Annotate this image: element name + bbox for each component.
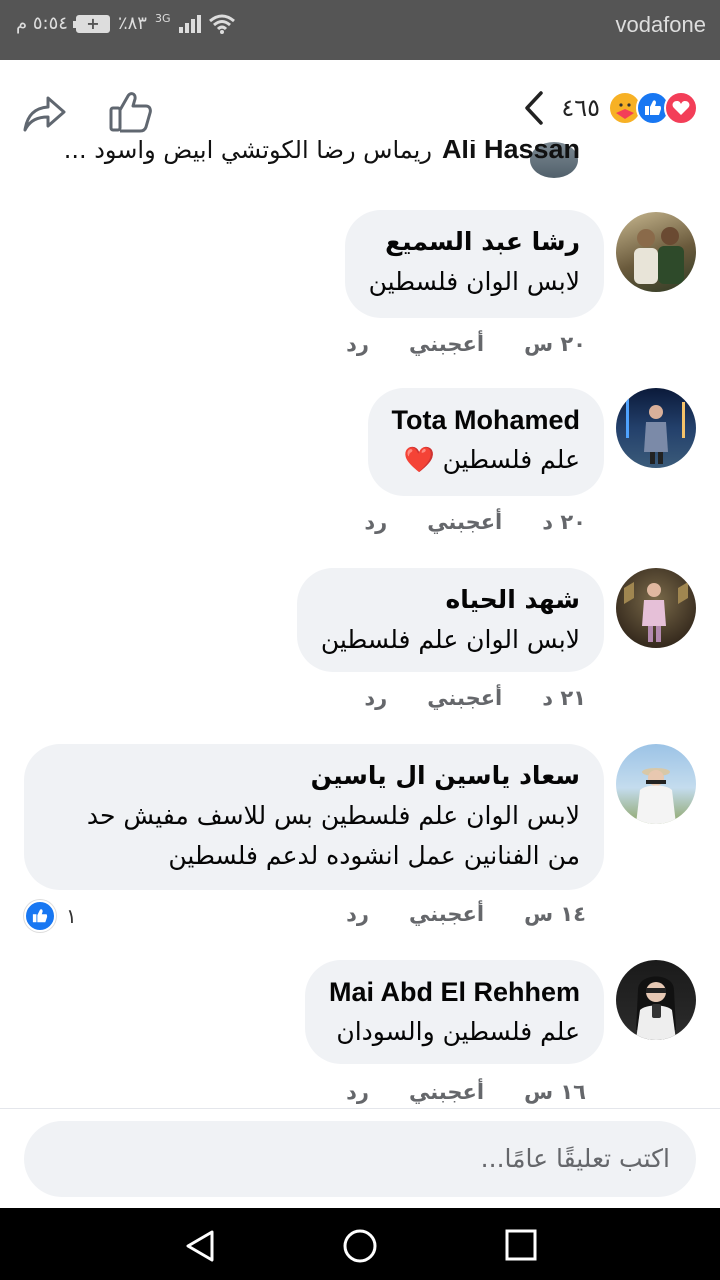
comment-reaction-count: ١ <box>66 904 77 928</box>
comment-reply-button[interactable]: رد <box>346 1080 369 1104</box>
comment-composer: اكتب تعليقًا عامًا... <box>0 1108 720 1208</box>
battery-level: ٪٨٣ <box>117 13 147 34</box>
battery-icon: + <box>72 14 110 33</box>
chevron-left-icon[interactable] <box>523 90 545 126</box>
status-time: ٥:٥٤ م <box>16 13 68 34</box>
comment-time: ١٦ س <box>524 1080 586 1104</box>
comment-like-button[interactable]: أعجبني <box>427 510 502 534</box>
commenter-name[interactable]: Mai Abd El Rehhem <box>329 974 580 1010</box>
comment-text: علم فلسطين والسودان <box>336 1017 580 1046</box>
comment-bubble[interactable]: سعاد ياسين ال ياسين لابس الوان علم فلسطي… <box>24 744 604 890</box>
signal-icon <box>178 14 201 33</box>
comment-reply-button[interactable]: رد <box>364 510 387 534</box>
comment-like-button[interactable]: أعجبني <box>409 1080 484 1104</box>
comment-reply-button[interactable]: رد <box>346 902 369 926</box>
avatar[interactable] <box>616 744 696 824</box>
share-icon[interactable] <box>22 94 66 134</box>
commenter-name[interactable]: شهد الحياه <box>321 582 580 618</box>
commenter-name[interactable]: سعاد ياسين ال ياسين <box>48 758 580 794</box>
avatar[interactable] <box>616 568 696 648</box>
commenter-name[interactable]: Tota Mohamed <box>392 402 581 438</box>
love-reaction-icon <box>664 91 698 125</box>
comment-bubble[interactable]: رشا عبد السميع لابس الوان فلسطين <box>344 210 604 318</box>
avatar[interactable] <box>616 212 696 292</box>
comment-text: لابس الوان علم فلسطين <box>320 625 580 654</box>
comment-time: ٢١ د <box>542 686 586 710</box>
network-type: 3G <box>154 12 171 25</box>
comment-time: ٢٠ د <box>542 510 586 534</box>
comment-bubble[interactable]: شهد الحياه لابس الوان علم فلسطين <box>296 568 604 672</box>
comment-text-line: لابس الوان علم فلسطين بس للاسف مفيش حد <box>86 801 580 830</box>
comment-actions: ٢٠ س أعجبني رد <box>346 332 586 356</box>
commenter-name: Ali Hassan <box>441 140 580 164</box>
comment-text: علم فلسطين ❤️ <box>403 445 580 474</box>
comment-reply-button[interactable]: رد <box>364 686 387 710</box>
comment-like-button[interactable]: أعجبني <box>427 686 502 710</box>
comment-actions: ٢٠ د أعجبني رد <box>364 510 586 534</box>
comment-actions: ١٤ س أعجبني رد <box>346 902 586 926</box>
comment-like-button[interactable]: أعجبني <box>409 332 484 356</box>
avatar[interactable] <box>616 388 696 468</box>
comment-actions: ١٦ س أعجبني رد <box>346 1080 586 1104</box>
nav-recent-apps-icon[interactable] <box>504 1228 538 1262</box>
reaction-count: ٤٦٥ <box>561 94 600 122</box>
like-icon[interactable] <box>108 90 154 134</box>
comment-input[interactable]: اكتب تعليقًا عامًا... <box>24 1121 696 1197</box>
previous-comment-peek: Ali Hassan ريماس رضا الكوتشي ابيض واسود … <box>0 140 720 190</box>
comment-reply-button[interactable]: رد <box>346 332 369 356</box>
status-bar: ٥:٥٤ م + ٪٨٣ 3G vodafone <box>0 0 720 60</box>
wifi-icon <box>208 14 235 34</box>
comment-text: لابس الوان فلسطين <box>368 267 580 296</box>
reaction-summary[interactable]: ٤٦٥ <box>523 90 698 126</box>
comment-bubble[interactable]: Mai Abd El Rehhem علم فلسطين والسودان <box>304 960 604 1064</box>
comment-text-line: من الفنانين عمل انشوده لدعم فلسطين <box>168 841 580 870</box>
commenter-name[interactable]: رشا عبد السميع <box>369 224 580 260</box>
status-left: ٥:٥٤ م + ٪٨٣ 3G <box>16 12 235 35</box>
comment-bubble[interactable]: Tota Mohamed علم فلسطين ❤️ <box>367 388 604 496</box>
system-nav-bar <box>0 1208 720 1280</box>
like-reaction-icon <box>24 900 56 932</box>
comment-actions: ٢١ د أعجبني رد <box>364 686 586 710</box>
nav-home-icon[interactable] <box>342 1228 378 1264</box>
avatar[interactable] <box>616 960 696 1040</box>
carrier-name: vodafone <box>615 12 706 37</box>
comment-time: ٢٠ س <box>524 332 586 356</box>
nav-back-icon[interactable] <box>182 1228 218 1264</box>
comment-time: ١٤ س <box>524 902 586 926</box>
comment-text: ريماس رضا الكوتشي ابيض واسود ... <box>63 140 432 164</box>
comment-reactions[interactable]: ١ <box>24 900 77 932</box>
comment-like-button[interactable]: أعجبني <box>409 902 484 926</box>
